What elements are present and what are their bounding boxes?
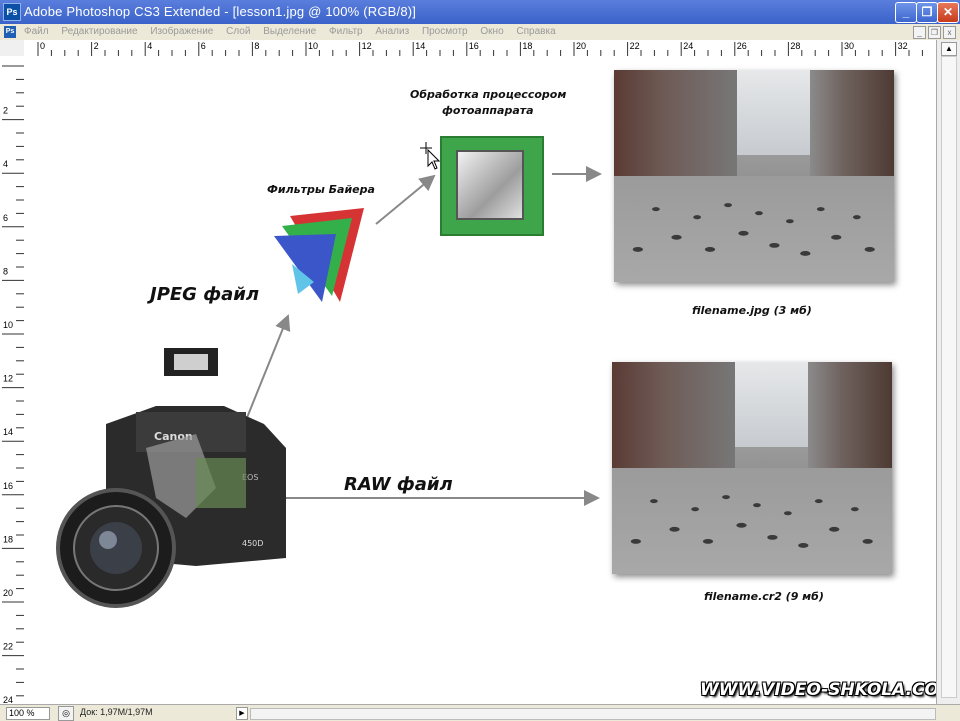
raw-caption: filename.cr2 (9 мб): [704, 590, 824, 603]
document-icon[interactable]: Ps: [4, 26, 16, 38]
document-canvas[interactable]: Обработка процессором фотоаппарата Фильт…: [24, 56, 936, 704]
restore-button[interactable]: ❐: [916, 2, 938, 23]
cpu-core: [456, 150, 524, 220]
jpg-result-photo: [614, 70, 894, 282]
ruler-left-label: 14: [3, 427, 13, 437]
ruler-left-label: 16: [3, 481, 13, 491]
ruler-left-label: 12: [3, 374, 13, 384]
ruler-top-label: 26: [737, 41, 747, 51]
ruler-left-label: 18: [3, 534, 13, 544]
ruler-top-label: 6: [201, 41, 206, 51]
ruler-top-label: 20: [576, 41, 586, 51]
raw-result-photo: [612, 362, 892, 574]
ruler-top-label: 10: [308, 41, 318, 51]
status-menu-arrow-icon[interactable]: ▶: [236, 707, 248, 720]
ruler-top-label: 8: [254, 41, 259, 51]
doc-minimize-icon[interactable]: _: [913, 26, 926, 39]
jpg-caption: filename.jpg (3 мб): [692, 304, 812, 317]
doc-size-info: Док: 1,97M/1,97M: [80, 707, 153, 717]
ruler-left-label: 6: [3, 213, 8, 223]
ruler-left-label: 20: [3, 588, 13, 598]
ruler-top-label: 18: [522, 41, 532, 51]
ruler-top-label: 12: [362, 41, 372, 51]
ruler-top-label: 16: [469, 41, 479, 51]
ruler-top-label: 30: [844, 41, 854, 51]
ruler-left-label: 10: [3, 320, 13, 330]
ruler-top-label: 28: [790, 41, 800, 51]
cursor-icon: [420, 142, 440, 170]
bayer-filter-icon: [274, 208, 364, 302]
site-watermark: WWW.VIDEO-SHKOLA.COM: [700, 680, 936, 700]
title-bar: Ps Adobe Photoshop CS3 Extended - [lesso…: [0, 0, 960, 24]
scroll-track[interactable]: [941, 56, 957, 698]
status-bar: 100 % ◎ Док: 1,97M/1,97M ▶: [0, 704, 960, 721]
camera-cutaway-image: Canon EOS 450D: [56, 348, 286, 608]
camera-model-text: 450D: [242, 539, 263, 548]
ruler-left-ticks: 24681012141618202224: [2, 65, 24, 704]
pigeons-illustration-raw: [630, 494, 874, 548]
doc-close-icon[interactable]: x: [943, 26, 956, 39]
menu-select[interactable]: Выделение: [263, 26, 316, 37]
ruler-left-label: 2: [3, 106, 8, 116]
minimize-button[interactable]: _: [895, 2, 917, 23]
vertical-scrollbar[interactable]: ▲: [936, 40, 960, 704]
menu-edit[interactable]: Редактирование: [61, 26, 137, 37]
zoom-field[interactable]: 100 %: [6, 707, 50, 720]
scroll-up-arrow-icon[interactable]: ▲: [941, 42, 957, 56]
close-button[interactable]: ✕: [937, 2, 959, 23]
ruler-top-label: 14: [415, 41, 425, 51]
ruler-top-label: 22: [630, 41, 640, 51]
ruler-left-label: 4: [3, 159, 8, 169]
ruler-left-label: 22: [3, 642, 13, 652]
cpu-chip-icon: [440, 136, 544, 236]
ruler-corner[interactable]: [0, 40, 25, 57]
ruler-top-ticks: 0 2 4 6 8 10 12 14 16 18 20 22 24 26 28 30 32: [37, 41, 923, 56]
horizontal-scrollbar[interactable]: [250, 708, 936, 720]
photoshop-app-icon[interactable]: Ps: [3, 3, 21, 21]
ruler-top-label: 24: [683, 41, 693, 51]
menu-view[interactable]: Просмотр: [422, 26, 468, 37]
ruler-top[interactable]: 0 2 4 6 8 10 12 14 16 18 20 22 24 26 28 30 32: [24, 40, 936, 57]
menu-help[interactable]: Справка: [516, 26, 555, 37]
raw-label: RAW файл: [344, 474, 453, 495]
doc-restore-icon[interactable]: ❐: [928, 26, 941, 39]
menu-filter[interactable]: Фильтр: [329, 26, 363, 37]
bayer-label: Фильтры Байера: [267, 183, 375, 196]
ruler-top-label: 0: [40, 41, 45, 51]
menu-layer[interactable]: Слой: [226, 26, 250, 37]
jpeg-label: JPEG файл: [150, 284, 260, 305]
processor-label-line1: Обработка процессором: [410, 88, 567, 101]
ruler-left-label: 8: [3, 266, 8, 276]
menu-window[interactable]: Окно: [480, 26, 503, 37]
menu-file[interactable]: Файл: [24, 26, 49, 37]
status-settings-icon[interactable]: ◎: [58, 706, 74, 721]
menu-analysis[interactable]: Анализ: [375, 26, 409, 37]
menu-bar: Ps Файл Редактирование Изображение Слой …: [0, 24, 960, 40]
window-title: Adobe Photoshop CS3 Extended - [lesson1.…: [24, 4, 417, 19]
ruler-top-label: 4: [147, 41, 152, 51]
menu-image[interactable]: Изображение: [150, 26, 213, 37]
processor-label-line2: фотоаппарата: [442, 104, 534, 117]
ruler-top-label: 32: [898, 41, 908, 51]
pigeons-illustration: [632, 202, 876, 256]
ruler-left-label: 24: [3, 695, 13, 704]
ruler-left[interactable]: 2 4 6 8 10 12 14 16 18 20 22 24: [0, 56, 25, 704]
ruler-top-label: 2: [94, 41, 99, 51]
